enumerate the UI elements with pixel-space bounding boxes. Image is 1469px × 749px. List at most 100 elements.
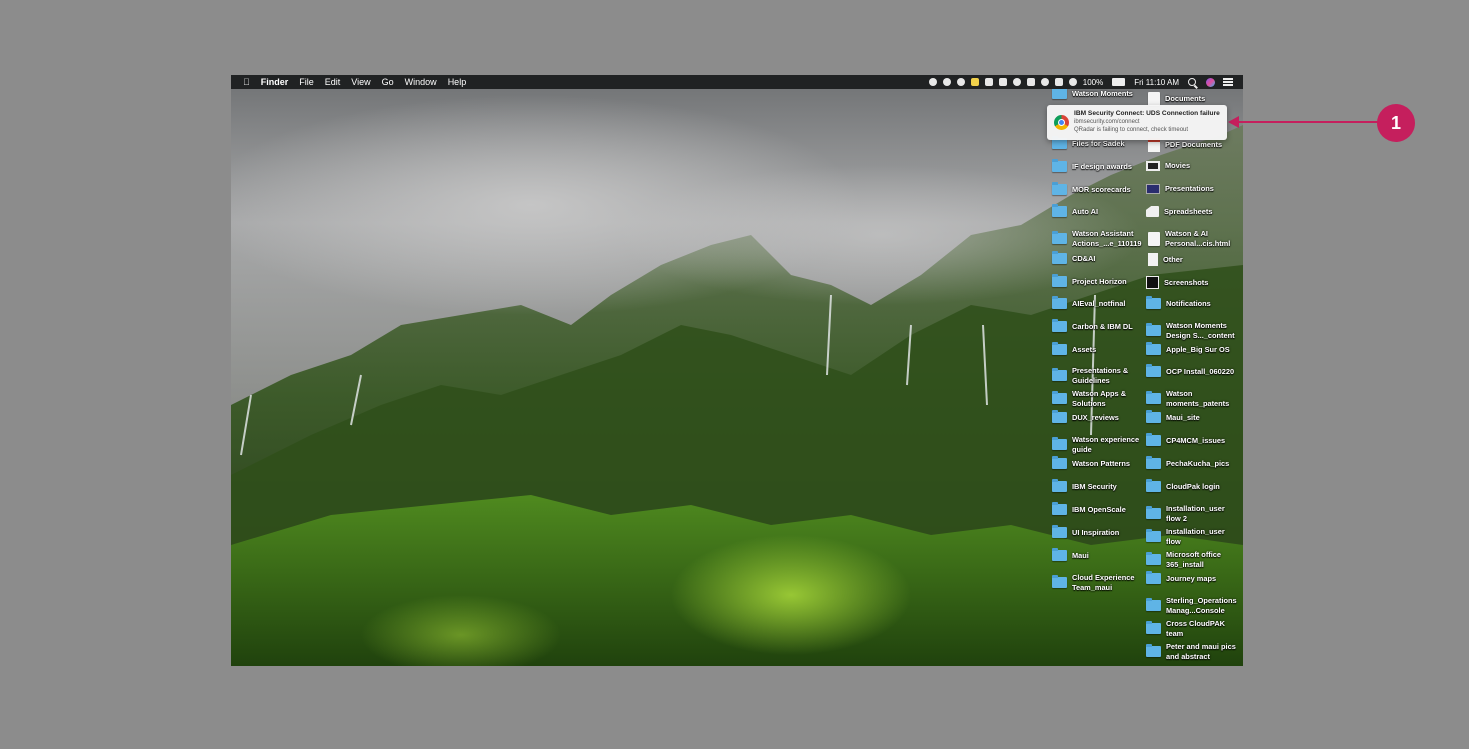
desktop-item-label: Watson moments_patents (1166, 389, 1230, 408)
folder-icon (1052, 456, 1067, 469)
folder-icon (1052, 182, 1067, 195)
desktop-item[interactable]: Other (1146, 253, 1238, 266)
wifi-icon[interactable] (1040, 78, 1049, 86)
desktop-item[interactable]: UI Inspiration (1052, 525, 1144, 538)
desktop-item[interactable]: OCP Install_060220 (1146, 364, 1238, 377)
desktop-item[interactable]: Watson Apps & Solutions (1052, 389, 1144, 408)
folder-icon (1146, 433, 1161, 446)
desktop-item[interactable]: Assets (1052, 342, 1144, 355)
folder-icon (1052, 231, 1067, 244)
desktop-item[interactable]: PechaKucha_pics (1146, 456, 1238, 469)
folder-icon (1052, 410, 1067, 423)
menu-edit[interactable]: Edit (325, 77, 341, 87)
desktop-item[interactable]: IF design awards (1052, 159, 1144, 172)
folder-icon (1052, 391, 1067, 404)
menu-help[interactable]: Help (448, 77, 467, 87)
notification-center-icon[interactable] (1223, 78, 1233, 86)
desktop-item[interactable]: CD&AI (1052, 251, 1144, 264)
desktop-item[interactable]: Maui_site (1146, 410, 1238, 423)
messages-icon[interactable] (998, 78, 1007, 86)
folder-icon (1146, 506, 1161, 519)
desktop-item-label: PDF Documents (1165, 140, 1223, 150)
desktop-item[interactable]: Cross CloudPAK team (1146, 619, 1238, 638)
desktop-item[interactable]: Journey maps (1146, 571, 1238, 584)
folder-icon (1052, 575, 1067, 588)
desktop-item[interactable]: Spreadsheets (1146, 206, 1238, 217)
desktop-item[interactable]: Installation_user flow (1146, 527, 1238, 546)
folder-icon (1052, 368, 1067, 381)
other-icon (1148, 253, 1158, 266)
folder-icon (1052, 274, 1067, 287)
compass-icon[interactable] (956, 78, 965, 86)
desktop-item[interactable]: MOR scorecards (1052, 182, 1144, 195)
bluetooth-icon[interactable] (1068, 78, 1077, 86)
desktop-item[interactable]: Installation_user flow 2 (1146, 504, 1238, 523)
desktop-item[interactable]: Peter and maui pics and abstract (1146, 642, 1238, 661)
menubar-clock[interactable]: Fri 11:10 AM (1134, 78, 1179, 87)
siri-icon[interactable] (1206, 77, 1215, 87)
desktop-item[interactable]: Notifications (1146, 296, 1238, 309)
desktop-item[interactable]: Watson Moments (1052, 86, 1144, 99)
folder-icon (1052, 479, 1067, 492)
desktop-item-label: Documents (1165, 94, 1206, 104)
desktop-item[interactable]: Watson experience guide (1052, 435, 1144, 454)
desktop-item[interactable]: Presentations (1146, 184, 1238, 194)
desktop-item-label: Watson & AI Personal...cis.html (1165, 229, 1231, 248)
desktop-item[interactable]: Apple_Big Sur OS (1146, 342, 1238, 355)
desktop-item[interactable]: Carbon & IBM DL (1052, 319, 1144, 332)
notification-source: ibmsecurity.com/connect (1074, 119, 1140, 125)
airplay-icon[interactable] (1026, 78, 1035, 86)
desktop-item-label: Microsoft office 365_install (1166, 550, 1222, 569)
bt-app-icon[interactable] (984, 78, 993, 86)
desktop-item-label: Carbon & IBM DL (1072, 321, 1133, 331)
tray-app-icon[interactable] (942, 78, 951, 86)
desktop-item[interactable]: DUX_reviews (1052, 410, 1144, 423)
desktop-item[interactable]: Presentations & Guidelines (1052, 366, 1144, 385)
battery-percent[interactable]: 100% (1083, 78, 1103, 87)
menu-window[interactable]: Window (405, 77, 437, 87)
desktop-item[interactable]: Watson Moments Design S..._content (1146, 321, 1238, 340)
folder-icon (1052, 159, 1067, 172)
desktop-item-label: Watson Patterns (1072, 458, 1131, 468)
apple-menu-icon[interactable]:  (243, 77, 250, 87)
desktop-item-label: Apple_Big Sur OS (1166, 344, 1230, 354)
desktop-item[interactable]: Cloud Experience Team_maui (1052, 573, 1144, 592)
desktop-item[interactable]: Watson Patterns (1052, 456, 1144, 469)
desktop-item[interactable]: Microsoft office 365_install (1146, 550, 1238, 569)
desktop-item-label: Other (1163, 254, 1183, 264)
desktop-item[interactable]: Watson Assistant Actions_...e_110119 (1052, 229, 1144, 248)
status-extra-icon[interactable] (928, 78, 937, 86)
desktop-item-label: Installation_user flow 2 (1166, 504, 1225, 523)
desktop-item[interactable]: CloudPak login (1146, 479, 1238, 492)
spotlight-search-icon[interactable] (1188, 78, 1196, 86)
app-menu-finder[interactable]: Finder (261, 77, 289, 87)
desktop-item[interactable]: Auto AI (1052, 204, 1144, 217)
desktop-item[interactable]: Watson & AI Personal...cis.html (1146, 229, 1238, 248)
desktop-item-label: IF design awards (1072, 161, 1132, 171)
desktop-item-label: Maui_site (1166, 412, 1200, 422)
menu-file[interactable]: File (299, 77, 314, 87)
desktop-item[interactable]: IBM Security (1052, 479, 1144, 492)
desktop-item[interactable]: CP4MCM_issues (1146, 433, 1238, 446)
volume-icon[interactable] (1054, 78, 1063, 86)
desktop-item[interactable]: Watson moments_patents (1146, 389, 1238, 408)
desktop-item[interactable]: Screenshots (1146, 276, 1238, 289)
desktop-item[interactable]: Sterling_Operations Manag...Console (1146, 596, 1238, 615)
desktop-item[interactable]: Project Horizon (1052, 274, 1144, 287)
desktop-item[interactable]: IBM OpenScale (1052, 502, 1144, 515)
notification-banner[interactable]: IBM Security Connect: UDS Connection fai… (1047, 105, 1227, 140)
folder-icon (1146, 456, 1161, 469)
notes-icon[interactable] (970, 78, 979, 86)
desktop-item[interactable]: AIEval_notfinal (1052, 296, 1144, 309)
desktop-item[interactable]: Documents (1146, 92, 1238, 106)
desktop-item[interactable]: Maui (1052, 548, 1144, 561)
desktop-item[interactable]: PDF Documents (1146, 138, 1238, 152)
folder-icon (1146, 391, 1161, 404)
folder-icon (1052, 296, 1067, 309)
folder-icon (1146, 364, 1161, 377)
desktop-item[interactable]: Movies (1146, 161, 1238, 171)
cloud-icon[interactable] (1012, 78, 1021, 86)
menu-view[interactable]: View (351, 77, 370, 87)
menu-go[interactable]: Go (382, 77, 394, 87)
battery-icon[interactable] (1112, 78, 1126, 86)
